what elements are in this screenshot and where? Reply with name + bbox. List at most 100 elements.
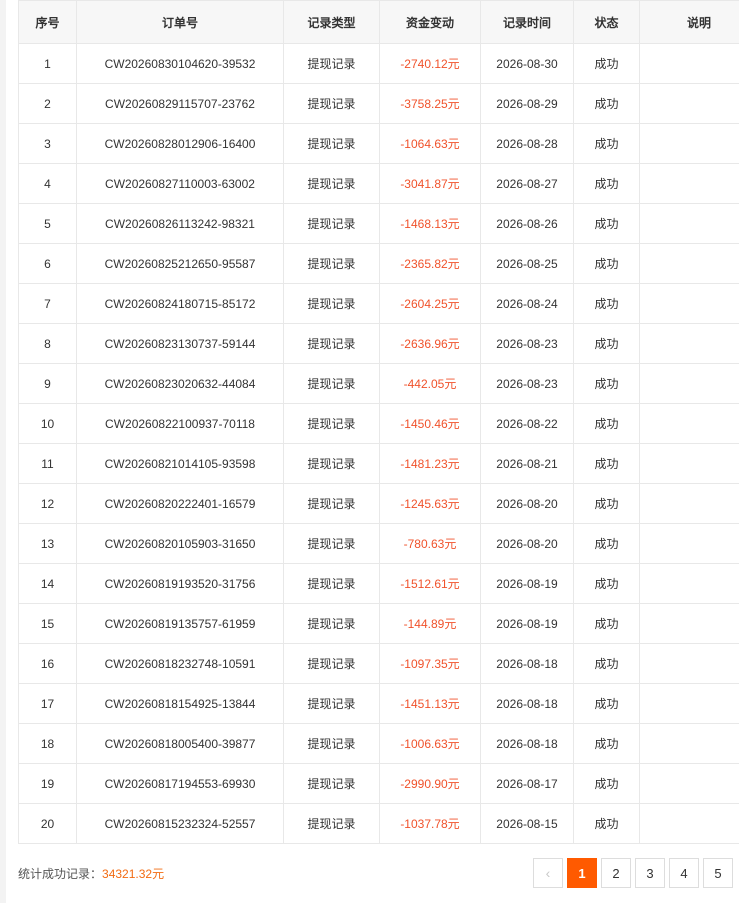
cell-order-number: CW20260818154925-13844 bbox=[76, 683, 284, 724]
cell-status: 成功 bbox=[573, 563, 640, 604]
cell-record-time: 2026-08-27 bbox=[480, 163, 574, 204]
table-row: 8 CW20260823130737-59144 提现记录 -2636.96元 2026… bbox=[18, 323, 739, 364]
header-status: 状态 bbox=[573, 0, 640, 44]
header-record-type: 记录类型 bbox=[283, 0, 380, 44]
table-row: 10 CW20260822100937-70118 提现记录 -1450.46元 202… bbox=[18, 403, 739, 444]
cell-record-type: 提现记录 bbox=[283, 683, 380, 724]
cell-status: 成功 bbox=[573, 243, 640, 284]
table-row: 11 CW20260821014105-93598 提现记录 -1481.23元 202… bbox=[18, 443, 739, 484]
cell-order-number: CW20260818232748-10591 bbox=[76, 643, 284, 684]
cell-note bbox=[639, 83, 739, 124]
cell-index: 12 bbox=[18, 483, 77, 524]
cell-note bbox=[639, 363, 739, 404]
cell-amount: -1512.61元 bbox=[379, 563, 481, 604]
cell-note bbox=[639, 443, 739, 484]
cell-note bbox=[639, 403, 739, 444]
cell-index: 15 bbox=[18, 603, 77, 644]
cell-order-number: CW20260828012906-16400 bbox=[76, 123, 284, 164]
cell-order-number: CW20260815232324-52557 bbox=[76, 803, 284, 844]
cell-record-time: 2026-08-20 bbox=[480, 523, 574, 564]
cell-record-type: 提现记录 bbox=[283, 163, 380, 204]
cell-record-type: 提现记录 bbox=[283, 803, 380, 844]
cell-status: 成功 bbox=[573, 283, 640, 324]
table-row: 20 CW20260815232324-52557 提现记录 -1037.78元 202… bbox=[18, 803, 739, 844]
cell-amount: -144.89元 bbox=[379, 603, 481, 644]
cell-amount: -2604.25元 bbox=[379, 283, 481, 324]
cell-amount: -1064.63元 bbox=[379, 123, 481, 164]
page-button-2[interactable]: 2 bbox=[601, 858, 631, 888]
cell-amount: -2740.12元 bbox=[379, 43, 481, 84]
cell-order-number: CW20260819135757-61959 bbox=[76, 603, 284, 644]
chevron-left-icon[interactable]: ‹ bbox=[533, 858, 563, 888]
cell-record-time: 2026-08-24 bbox=[480, 283, 574, 324]
cell-index: 10 bbox=[18, 403, 77, 444]
table-row: 17 CW20260818154925-13844 提现记录 -1451.13元 202… bbox=[18, 683, 739, 724]
cell-order-number: CW20260820222401-16579 bbox=[76, 483, 284, 524]
cell-record-type: 提现记录 bbox=[283, 603, 380, 644]
withdrawal-records-table: 序号 订单号 记录类型 资金变动 记录时间 状态 说明 1 CW202608301… bbox=[18, 0, 739, 844]
table-row: 18 CW20260818005400-39877 提现记录 -1006.63元 202… bbox=[18, 723, 739, 764]
cell-amount: -2990.90元 bbox=[379, 763, 481, 804]
cell-note bbox=[639, 163, 739, 204]
cell-index: 17 bbox=[18, 683, 77, 724]
cell-status: 成功 bbox=[573, 683, 640, 724]
cell-note bbox=[639, 283, 739, 324]
cell-status: 成功 bbox=[573, 443, 640, 484]
cell-index: 11 bbox=[18, 443, 77, 484]
table-row: 13 CW20260820105903-31650 提现记录 -780.63元 2026… bbox=[18, 523, 739, 564]
cell-amount: -3041.87元 bbox=[379, 163, 481, 204]
cell-status: 成功 bbox=[573, 803, 640, 844]
cell-status: 成功 bbox=[573, 163, 640, 204]
cell-record-type: 提现记录 bbox=[283, 483, 380, 524]
cell-status: 成功 bbox=[573, 403, 640, 444]
table-row: 15 CW20260819135757-61959 提现记录 -144.89元 2026… bbox=[18, 603, 739, 644]
cell-status: 成功 bbox=[573, 763, 640, 804]
page-button-1[interactable]: 1 bbox=[567, 858, 597, 888]
table-header-row: 序号 订单号 记录类型 资金变动 记录时间 状态 说明 bbox=[18, 0, 739, 44]
cell-index: 16 bbox=[18, 643, 77, 684]
cell-record-type: 提现记录 bbox=[283, 283, 380, 324]
cell-amount: -1468.13元 bbox=[379, 203, 481, 244]
table-row: 3 CW20260828012906-16400 提现记录 -1064.63元 2026… bbox=[18, 123, 739, 164]
cell-status: 成功 bbox=[573, 483, 640, 524]
cell-amount: -2365.82元 bbox=[379, 243, 481, 284]
cell-record-time: 2026-08-19 bbox=[480, 563, 574, 604]
success-summary: 统计成功记录：34321.32元 bbox=[18, 865, 164, 883]
cell-record-time: 2026-08-20 bbox=[480, 483, 574, 524]
cell-record-type: 提现记录 bbox=[283, 723, 380, 764]
cell-order-number: CW20260822100937-70118 bbox=[76, 403, 284, 444]
header-amount-change: 资金变动 bbox=[379, 0, 481, 44]
cell-record-time: 2026-08-22 bbox=[480, 403, 574, 444]
cell-index: 19 bbox=[18, 763, 77, 804]
cell-record-type: 提现记录 bbox=[283, 643, 380, 684]
cell-index: 1 bbox=[18, 43, 77, 84]
cell-order-number: CW20260823020632-44084 bbox=[76, 363, 284, 404]
cell-status: 成功 bbox=[573, 603, 640, 644]
cell-record-type: 提现记录 bbox=[283, 563, 380, 604]
cell-order-number: CW20260823130737-59144 bbox=[76, 323, 284, 364]
cell-status: 成功 bbox=[573, 523, 640, 564]
cell-index: 14 bbox=[18, 563, 77, 604]
cell-index: 7 bbox=[18, 283, 77, 324]
cell-status: 成功 bbox=[573, 323, 640, 364]
cell-amount: -1245.63元 bbox=[379, 483, 481, 524]
cell-record-time: 2026-08-23 bbox=[480, 323, 574, 364]
page-button-5[interactable]: 5 bbox=[703, 858, 733, 888]
summary-label: 统计成功记录： bbox=[18, 867, 103, 881]
cell-note bbox=[639, 763, 739, 804]
cell-order-number: CW20260819193520-31756 bbox=[76, 563, 284, 604]
cell-record-time: 2026-08-29 bbox=[480, 83, 574, 124]
table-body: 1 CW20260830104620-39532 提现记录 -2740.12元 2026… bbox=[18, 43, 739, 844]
cell-record-type: 提现记录 bbox=[283, 203, 380, 244]
cell-record-type: 提现记录 bbox=[283, 123, 380, 164]
cell-record-time: 2026-08-18 bbox=[480, 723, 574, 764]
page-button-3[interactable]: 3 bbox=[635, 858, 665, 888]
cell-amount: -1481.23元 bbox=[379, 443, 481, 484]
cell-note bbox=[639, 123, 739, 164]
cell-record-time: 2026-08-25 bbox=[480, 243, 574, 284]
cell-order-number: CW20260825212650-95587 bbox=[76, 243, 284, 284]
page-button-4[interactable]: 4 bbox=[669, 858, 699, 888]
header-note: 说明 bbox=[639, 0, 739, 44]
cell-note bbox=[639, 723, 739, 764]
cell-order-number: CW20260824180715-85172 bbox=[76, 283, 284, 324]
